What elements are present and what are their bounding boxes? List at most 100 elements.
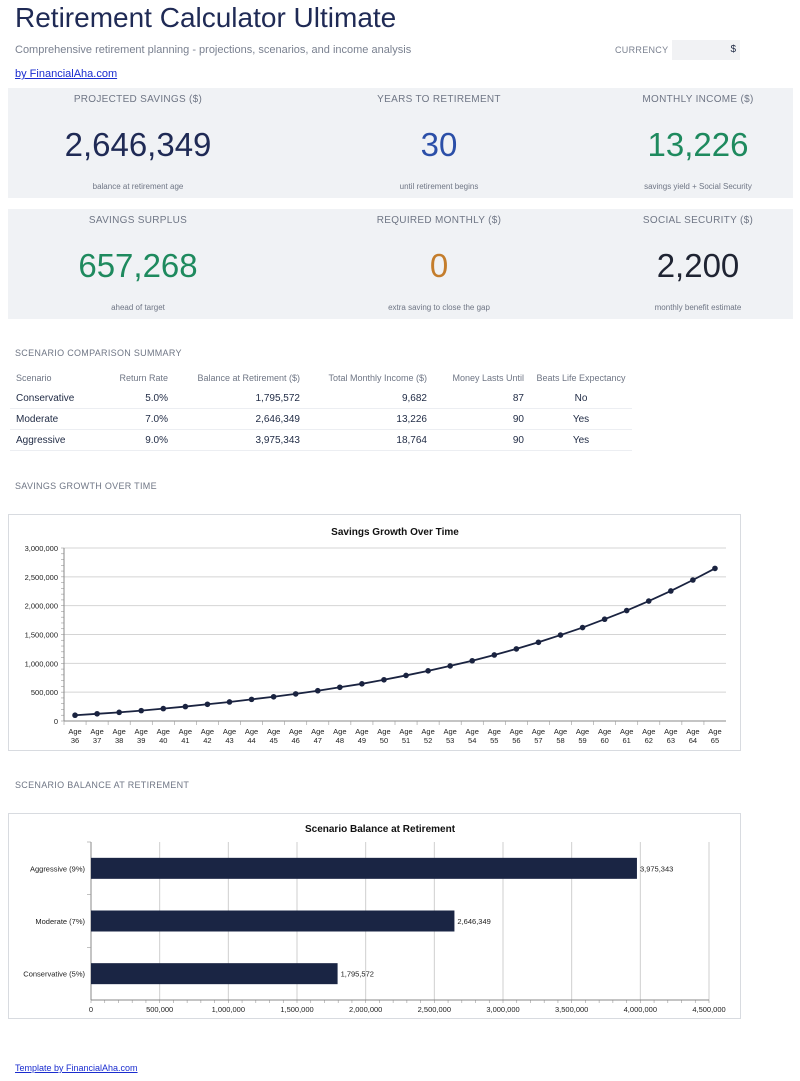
data-point <box>712 565 718 572</box>
data-point <box>72 712 78 719</box>
x-tick-label: 1,500,000 <box>280 1005 313 1014</box>
balance-section-title: SCENARIO BALANCE AT RETIREMENT <box>15 780 190 790</box>
column-header: Return Rate <box>119 373 168 383</box>
x-tick-label: Age 47 <box>311 727 324 745</box>
kpi-label: REQUIRED MONTHLY ($) <box>376 215 502 226</box>
x-tick-label: Age 57 <box>532 727 545 745</box>
kpi-label: PROJECTED SAVINGS ($) <box>73 94 203 105</box>
x-tick-label: Age 38 <box>112 727 125 745</box>
scenario-table: Scenario Return Rate Balance at Retireme… <box>10 368 632 451</box>
kpi-label: SOCIAL SECURITY ($) <box>642 215 754 226</box>
kpi-label: YEARS TO RETIREMENT <box>377 94 501 105</box>
chart-title: Scenario Balance at Retirement <box>305 824 456 835</box>
data-point <box>381 676 387 683</box>
y-tick-label: 0 <box>54 717 58 726</box>
x-tick-label: Age 37 <box>90 727 103 745</box>
data-point <box>579 624 586 631</box>
currency-value: $ <box>730 44 736 55</box>
scenario-balance-chart: Scenario Balance at Retirement 0 500,000 1,… <box>23 824 725 1014</box>
x-tick-label: Age 49 <box>355 727 368 745</box>
table-cell: 5.0% <box>92 388 174 409</box>
chart-title: Savings Growth Over Time <box>331 527 459 538</box>
kpi-value: 30 <box>420 126 458 163</box>
data-point <box>623 607 630 614</box>
savings-growth-chart: Savings Growth Over Time 0 500,000 1,000,00… <box>25 527 726 745</box>
data-point <box>314 687 321 694</box>
x-tick-label: Age 55 <box>488 727 501 745</box>
x-tick-label: Age 56 <box>510 727 523 745</box>
x-tick-label: Age 59 <box>576 727 589 745</box>
data-point <box>491 652 498 658</box>
x-tick-label: 3,000,000 <box>486 1005 519 1014</box>
y-tick-label: 2,000,000 <box>25 602 58 611</box>
data-label: 3,975,343 <box>640 864 673 873</box>
data-point <box>557 632 564 638</box>
page-title: Retirement Calculator Ultimate <box>15 2 397 33</box>
table-cell: Conservative <box>10 388 92 409</box>
x-tick-label: Age 64 <box>686 727 699 745</box>
data-point <box>116 709 122 716</box>
x-tick-label: 4,500,000 <box>692 1005 725 1014</box>
data-point <box>337 684 343 691</box>
data-point <box>226 699 233 705</box>
kpi-panel-primary: PROJECTED SAVINGS ($) 2,646,349 balance … <box>8 88 793 198</box>
bar <box>91 910 455 932</box>
data-point <box>668 588 674 594</box>
x-tick-label: 1,000,000 <box>212 1005 245 1014</box>
x-tick-label: Age 40 <box>157 727 170 745</box>
kpi-subtext: extra saving to close the gap <box>388 303 490 312</box>
data-point <box>425 668 431 674</box>
x-tick-label: Age 44 <box>245 727 258 745</box>
x-tick-label: Age 61 <box>620 727 633 745</box>
kpi-label: SAVINGS SURPLUS <box>88 215 188 226</box>
x-tick-label: Age 43 <box>223 727 236 745</box>
column-header: Balance at Retirement ($) <box>197 373 300 383</box>
x-tick-label: Age 51 <box>399 727 412 745</box>
table-cell: 2,646,349 <box>174 408 306 430</box>
x-tick-label: Age 60 <box>598 727 611 745</box>
table-cell: 18,764 <box>306 429 433 451</box>
kpi-subtext: until retirement begins <box>399 182 479 191</box>
data-point <box>270 693 277 700</box>
data-point <box>248 696 255 703</box>
table-cell: 87 <box>433 388 530 409</box>
growth-section-title: SAVINGS GROWTH OVER TIME <box>15 481 157 491</box>
currency-input[interactable]: $ <box>672 40 740 60</box>
kpi-subtext: ahead of target <box>111 303 165 312</box>
table-cell: 9,682 <box>306 388 433 409</box>
x-tick-label: 3,500,000 <box>555 1005 588 1014</box>
table-header-row: Scenario Return Rate Balance at Retireme… <box>10 368 632 388</box>
kpi-subtext: savings yield + Social Security <box>644 182 752 191</box>
kpi-savings-surplus: SAVINGS SURPLUS 657,268 ahead of target <box>18 209 258 319</box>
x-tick-label: Age 36 <box>68 727 81 745</box>
table-cell: 13,226 <box>306 408 433 430</box>
x-tick-label: Age 58 <box>554 727 567 745</box>
x-tick-label: 2,000,000 <box>349 1005 382 1014</box>
x-tick-label: Age 42 <box>201 727 214 745</box>
kpi-subtext: balance at retirement age <box>92 182 184 191</box>
table-cell: 7.0% <box>92 408 174 430</box>
column-header: Scenario <box>16 373 52 383</box>
y-tick-label: 3,000,000 <box>25 544 58 553</box>
data-point <box>469 657 476 664</box>
table-cell: No <box>530 388 632 409</box>
kpi-years-to-retirement: YEARS TO RETIREMENT 30 until retirement … <box>319 88 559 198</box>
column-header: Money Lasts Until <box>452 373 524 383</box>
bar <box>91 963 338 985</box>
x-tick-label: Age 41 <box>179 727 192 745</box>
currency-label: CURRENCY <box>615 45 669 55</box>
kpi-projected-savings: PROJECTED SAVINGS ($) 2,646,349 balance … <box>18 88 258 198</box>
x-tick-label: 2,500,000 <box>418 1005 451 1014</box>
x-tick-label: 0 <box>89 1005 93 1014</box>
table-cell: 3,975,343 <box>174 429 306 451</box>
footer-template-link[interactable]: Template by FinancialAha.com <box>15 1063 138 1073</box>
data-point <box>160 705 167 712</box>
data-point <box>403 672 409 679</box>
table-cell: Yes <box>530 408 632 430</box>
data-point <box>645 598 652 604</box>
y-tick-label: 1,000,000 <box>25 659 58 668</box>
table-cell: 90 <box>433 408 530 430</box>
table-row: Moderate 7.0% 2,646,349 13,226 90 Yes <box>10 408 632 430</box>
financialaha-link[interactable]: by FinancialAha.com <box>15 68 117 80</box>
table-cell: 1,795,572 <box>174 388 306 409</box>
